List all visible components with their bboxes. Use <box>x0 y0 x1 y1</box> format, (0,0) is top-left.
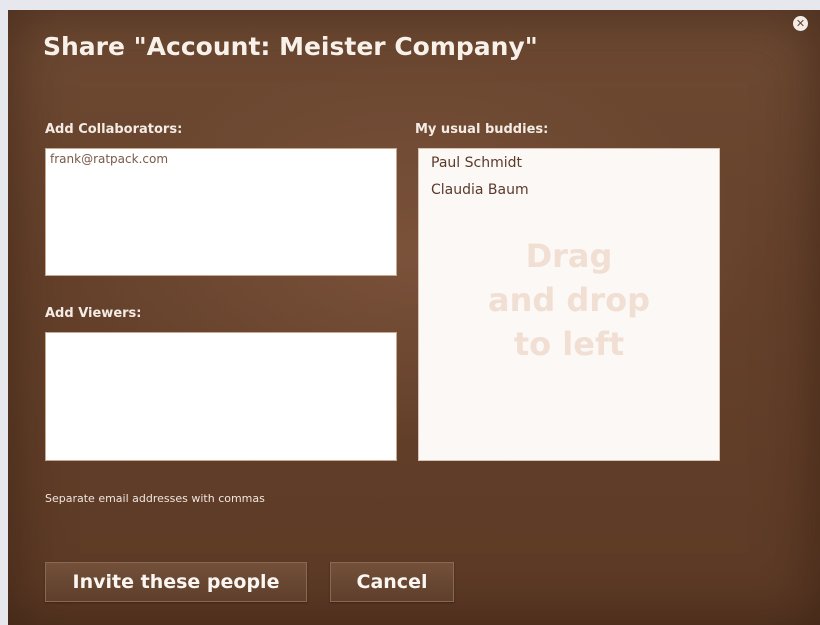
drag-hint-line-2: and drop <box>488 281 650 319</box>
buddies-label: My usual buddies: <box>415 122 549 137</box>
dialog-title: Share "Account: Meister Company" <box>43 32 538 61</box>
buddies-list: Paul Schmidt Claudia Baum Drag and drop … <box>418 148 720 461</box>
share-dialog: ✕ Share "Account: Meister Company" Add C… <box>8 10 820 625</box>
collaborators-input[interactable]: frank@ratpack.com <box>45 148 397 276</box>
collaborators-label: Add Collaborators: <box>45 122 183 137</box>
buddy-item-paul-schmidt[interactable]: Paul Schmidt <box>431 155 522 171</box>
drag-drop-hint: Drag and drop to left <box>419 234 719 366</box>
invite-button[interactable]: Invite these people <box>45 562 307 602</box>
buddy-item-claudia-baum[interactable]: Claudia Baum <box>431 182 529 198</box>
drag-hint-line-1: Drag <box>525 237 613 275</box>
viewers-input[interactable] <box>45 332 397 461</box>
close-icon[interactable]: ✕ <box>793 16 808 31</box>
drag-hint-line-3: to left <box>513 325 625 363</box>
cancel-button[interactable]: Cancel <box>330 562 454 602</box>
email-separator-hint: Separate email addresses with commas <box>45 492 265 505</box>
viewers-label: Add Viewers: <box>45 306 142 321</box>
